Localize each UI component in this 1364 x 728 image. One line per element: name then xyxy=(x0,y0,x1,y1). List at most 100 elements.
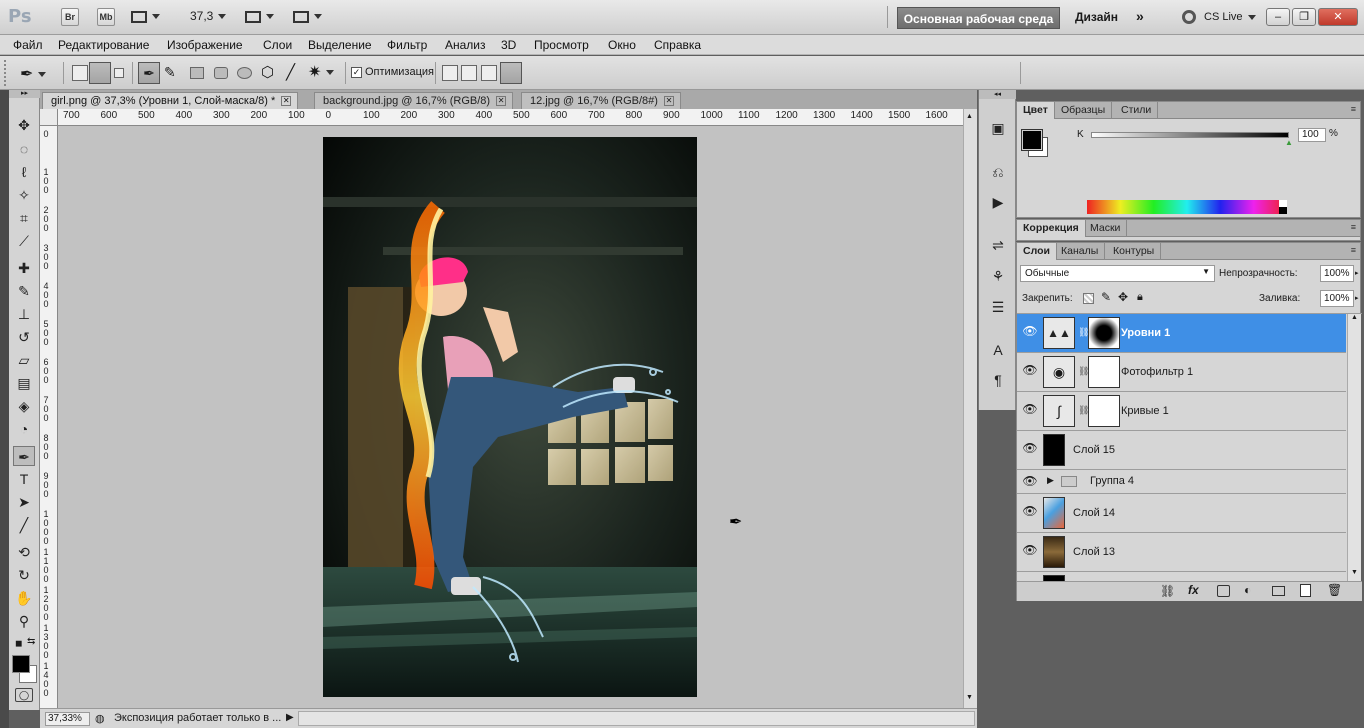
polygon-shape-icon[interactable]: ⬡ xyxy=(261,63,274,81)
trash-icon[interactable]: 🗑︎ xyxy=(1327,583,1342,597)
zoom-field[interactable]: 37,33% xyxy=(45,712,90,726)
tab-girl-png[interactable]: girl.png @ 37,3% (Уровни 1, Слой-маска/8… xyxy=(42,92,299,109)
status-menu-icon[interactable]: ▶ xyxy=(286,712,294,723)
eye-icon[interactable]: 👁︎ xyxy=(1021,474,1039,490)
freeform-pen-icon[interactable]: ✎ xyxy=(164,64,176,81)
arrange-documents-dropdown[interactable] xyxy=(245,9,274,25)
tab-styles[interactable]: Стили xyxy=(1115,102,1159,119)
restore-button[interactable]: ❐ xyxy=(1292,8,1316,26)
layer-mask-thumbnail[interactable] xyxy=(1088,395,1120,427)
lock-position-icon[interactable]: ✥ xyxy=(1118,290,1128,304)
lasso-tool-icon[interactable]: ℓ xyxy=(13,162,35,182)
history-icon[interactable]: ⎌ xyxy=(988,162,1008,182)
tab-12-jpg[interactable]: 12.jpg @ 16,7% (RGB/8#) ✕ xyxy=(521,92,681,109)
layer-row-layer-13[interactable]: 👁︎ Слой 13 xyxy=(1017,533,1346,572)
menu-select[interactable]: Выделение xyxy=(308,38,372,52)
hand-tool-icon[interactable]: ✋ xyxy=(13,588,35,608)
menu-file[interactable]: Файл xyxy=(13,38,43,52)
scroll-up-icon[interactable]: ▲ xyxy=(966,113,973,120)
eye-icon[interactable]: 👁︎ xyxy=(1021,363,1039,379)
layer-mask-thumbnail[interactable] xyxy=(1088,317,1120,349)
close-tab-icon[interactable]: ✕ xyxy=(663,96,674,107)
layer-row-layer-15[interactable]: 👁︎ Слой 15 xyxy=(1017,431,1346,470)
tab-masks[interactable]: Маски xyxy=(1084,220,1128,237)
lock-all-icon[interactable]: 🔒︎ xyxy=(1137,291,1143,304)
panel-menu-icon[interactable]: ≡ xyxy=(1351,104,1356,114)
scroll-down-icon[interactable]: ▼ xyxy=(966,694,973,701)
eyedropper-tool-icon[interactable]: ⟋ xyxy=(13,231,35,251)
workspace-design-button[interactable]: Дизайн xyxy=(1075,10,1118,24)
tab-paths[interactable]: Контуры xyxy=(1107,243,1162,260)
actions-icon[interactable]: ▶ xyxy=(988,192,1008,212)
layer-mask-thumbnail[interactable] xyxy=(1088,356,1120,388)
menu-filter[interactable]: Фильтр xyxy=(387,38,427,52)
vertical-ruler[interactable]: 0 100 200 300 400 500 600 700 800 900 100011001200… xyxy=(40,126,58,708)
paragraph-icon[interactable]: ¶ xyxy=(988,370,1008,390)
3d-rotate-tool-icon[interactable]: ⟲ xyxy=(13,542,35,562)
path-exclude-icon[interactable] xyxy=(500,62,522,84)
tab-swatches[interactable]: Образцы xyxy=(1055,102,1113,119)
menu-edit[interactable]: Редактирование xyxy=(58,38,149,52)
clone-source-icon[interactable]: ⚘ xyxy=(988,266,1008,286)
add-mask-icon[interactable] xyxy=(1217,585,1230,597)
eye-icon[interactable]: 👁︎ xyxy=(1021,504,1039,520)
fill-field[interactable]: 100% xyxy=(1320,290,1354,307)
path-subtract-icon[interactable] xyxy=(461,65,477,81)
close-tab-icon[interactable]: ✕ xyxy=(496,96,507,107)
tab-layers[interactable]: Слои xyxy=(1017,243,1057,260)
history-brush-tool-icon[interactable]: ↺ xyxy=(13,327,35,347)
layer-row-curves[interactable]: 👁︎ ∫ ⛓ Кривые 1 xyxy=(1017,392,1346,431)
menu-layers[interactable]: Слои xyxy=(263,38,292,52)
line-shape-icon[interactable]: ╱ xyxy=(286,63,295,81)
paths-mode-icon[interactable] xyxy=(89,62,111,84)
marquee-tool-icon[interactable]: ◌ xyxy=(13,139,35,159)
blend-mode-select[interactable]: Обычные ▼ xyxy=(1020,265,1215,282)
rounded-rectangle-icon[interactable] xyxy=(214,67,228,79)
link-layers-icon[interactable]: ⛓ xyxy=(1160,584,1175,598)
line-tool-icon[interactable]: ╱ xyxy=(13,515,35,535)
ellipse-shape-icon[interactable] xyxy=(237,67,252,79)
custom-shape-icon[interactable]: ✷ xyxy=(308,62,335,82)
toolbox-collapse-strip[interactable] xyxy=(0,90,9,728)
layer-row-layer-14[interactable]: 👁︎ Слой 14 xyxy=(1017,494,1346,533)
black-slider-track[interactable] xyxy=(1091,132,1289,138)
menu-view[interactable]: Просмотр xyxy=(534,38,589,52)
color-spectrum-ramp[interactable] xyxy=(1087,200,1287,214)
menu-analysis[interactable]: Анализ xyxy=(445,38,486,52)
scroll-up-icon[interactable]: ▲ xyxy=(1351,314,1358,321)
3d-orbit-tool-icon[interactable]: ↻ xyxy=(13,565,35,585)
layer-style-icon[interactable]: fx xyxy=(1188,583,1199,597)
lock-pixels-icon[interactable]: ✎ xyxy=(1101,290,1111,304)
foreground-color-chip[interactable] xyxy=(1021,129,1043,151)
black-swatch[interactable] xyxy=(1279,207,1287,214)
view-extras-dropdown[interactable] xyxy=(131,9,160,25)
new-adjustment-icon[interactable]: ◐ xyxy=(1244,583,1251,597)
layer-row-photo-filter[interactable]: 👁︎ ◉ ⛓ Фотофильтр 1 xyxy=(1017,353,1346,392)
cs-live-menu[interactable]: CS Live xyxy=(1204,11,1256,23)
tab-background-jpg[interactable]: background.jpg @ 16,7% (RGB/8) ✕ xyxy=(314,92,514,109)
new-group-icon[interactable] xyxy=(1272,586,1285,596)
quick-mask-icon[interactable]: ◯ xyxy=(15,688,33,702)
rectangle-shape-icon[interactable] xyxy=(190,67,204,79)
zoom-level-dropdown[interactable]: 37,3 xyxy=(190,9,227,25)
layer-row-group-4[interactable]: 👁︎ ▶ Группа 4 xyxy=(1017,470,1346,494)
layer-row-levels[interactable]: 👁︎ ▲▲ ⛓ Уровни 1 xyxy=(1017,314,1346,353)
mini-bridge-icon[interactable]: ⇌ xyxy=(988,235,1008,255)
white-swatch[interactable] xyxy=(1279,200,1287,207)
gradient-tool-icon[interactable]: ▤ xyxy=(13,373,35,393)
scroll-down-icon[interactable]: ▼ xyxy=(1351,569,1358,576)
default-colors-icon[interactable]: ◼ xyxy=(15,638,22,649)
move-tool-icon[interactable]: ✥ xyxy=(13,115,35,135)
type-tool-icon[interactable]: T xyxy=(13,469,35,489)
pen-tool-icon[interactable]: ✒ xyxy=(138,62,160,84)
healing-brush-tool-icon[interactable]: ✚ xyxy=(13,258,35,278)
path-intersect-icon[interactable] xyxy=(481,65,497,81)
eye-icon[interactable]: 👁︎ xyxy=(1021,543,1039,559)
zoom-tool-icon[interactable]: ⚲ xyxy=(13,611,35,631)
vertical-scrollbar[interactable]: ▲ ▼ xyxy=(963,109,977,708)
fill-pixels-icon[interactable] xyxy=(114,68,124,78)
navigator-icon[interactable]: ▣ xyxy=(988,118,1008,138)
menu-3d[interactable]: 3D xyxy=(501,38,516,52)
more-workspaces-icon[interactable]: » xyxy=(1136,8,1144,24)
shape-layers-icon[interactable] xyxy=(72,65,88,81)
